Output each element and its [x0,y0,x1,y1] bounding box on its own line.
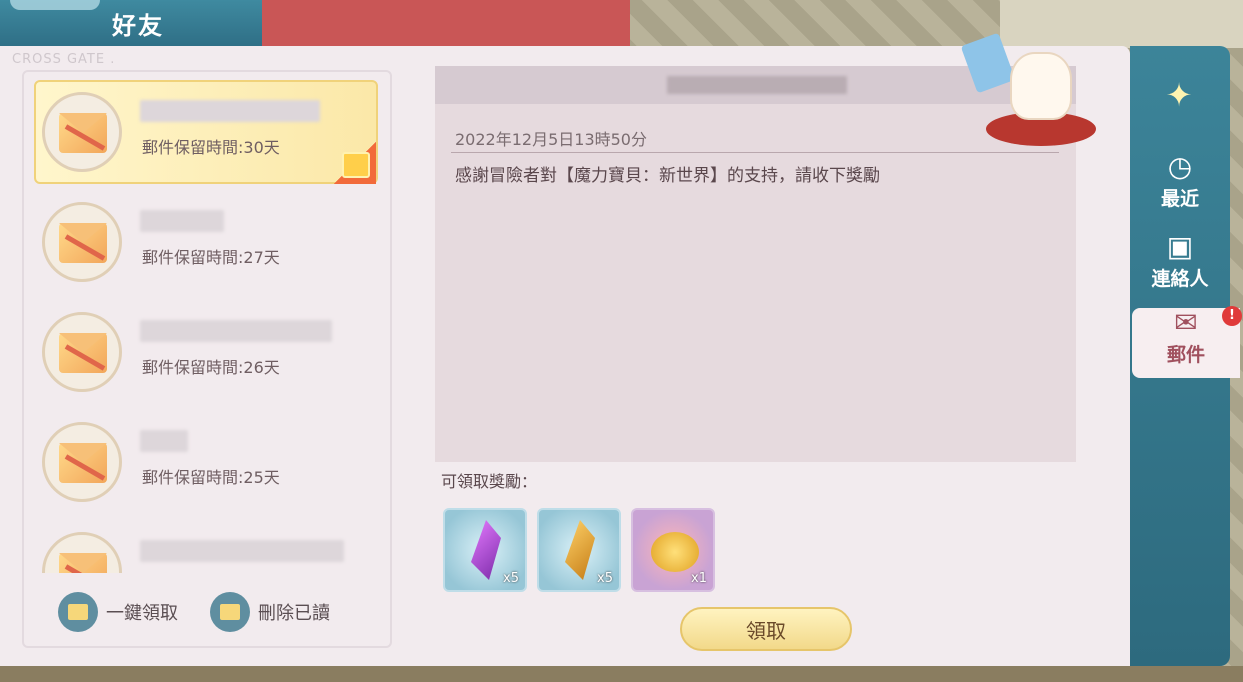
gift-icon [58,592,98,632]
window-title-tab: 好友 [0,0,262,48]
reward-quantity: x5 [597,571,613,586]
envelope-icon [42,532,122,573]
claim-all-label: 一鍵領取 [106,603,178,624]
notification-badge: ! [1222,306,1242,326]
mail-list-actions: 一鍵領取 刪除已讀 [50,590,370,640]
sidebar-item-label: 郵件 [1166,344,1205,366]
mail-list-item[interactable]: 郵件保留時間:27天 [32,188,380,298]
background-ground [0,666,1243,682]
delete-read-label: 刪除已讀 [258,603,330,624]
envelope-icon [42,202,122,282]
page-title: 好友 [112,12,164,40]
mail-body-text: 感謝冒險者對【魔力寶貝：新世界】的支持，請收下獎勵 [455,166,880,186]
sparkle-icon: ✦ [1165,76,1193,114]
mail-subject-redacted [667,76,847,94]
title-ornament [10,0,100,10]
sidebar-item-recent[interactable]: ◷ 最近 [1130,152,1230,222]
clock-icon: ◷ [1167,150,1193,183]
right-sidebar: ✦ ◷ 最近 ▣ 連絡人 ✉ 郵件 ! [1130,46,1242,666]
background-roof [250,0,630,48]
sidebar-item-label: 連絡人 [1151,268,1209,290]
mail-keep-time: 郵件保留時間:27天 [142,248,280,267]
mail-list-item[interactable]: 郵件保留時間:26天 [32,298,380,408]
gold-coin-icon [651,532,699,572]
sidebar-item-contacts[interactable]: ▣ 連絡人 [1130,232,1230,302]
mail-list[interactable]: 郵件保留時間:30天 郵件保留時間:27天 郵件保留時間:26天 郵件保留時間:… [32,78,380,573]
sender-name-redacted [140,430,188,452]
sidebar-item-mail[interactable]: ✉ 郵件 ! [1132,306,1242,378]
mail-list-item[interactable]: 郵件保留時間:30天 [32,78,380,188]
envelope-icon [42,422,122,502]
mail-keep-time: 郵件保留時間:30天 [142,138,280,157]
mail-keep-time: 郵件保留時間:25天 [142,468,280,487]
claim-all-button[interactable]: 一鍵領取 [58,590,178,634]
reward-label: 可領取獎勵： [441,472,538,491]
reward-item-gold-crystal[interactable]: x5 [537,508,621,592]
sidebar-item-label: 最近 [1160,188,1199,210]
mail-list-item[interactable]: 郵件保留時間:25天 [32,408,380,518]
lucky-cat-mascot-icon [960,32,1098,160]
sender-name-redacted [140,540,344,562]
reward-quantity: x5 [503,571,519,586]
reward-item-gold-coin[interactable]: x1 [631,508,715,592]
gift-icon [210,592,250,632]
delete-read-button[interactable]: 刪除已讀 [210,590,330,634]
sender-name-redacted [140,320,332,342]
purple-crystal-icon [471,520,501,580]
sender-name-redacted [140,210,224,232]
contact-icon: ▣ [1166,230,1194,263]
envelope-icon [42,312,122,392]
panel-watermark: CROSS GATE . [12,52,116,67]
mail-keep-time: 郵件保留時間:26天 [142,358,280,377]
mail-list-item[interactable] [32,518,380,573]
reward-quantity: x1 [691,571,707,586]
envelope-icon [42,92,122,172]
gold-crystal-icon [565,520,595,580]
gift-icon [342,152,370,178]
reward-item-purple-crystal[interactable]: x5 [443,508,527,592]
mail-date: 2022年12月5日13時50分 [455,130,647,149]
sender-name-redacted [140,100,320,122]
claim-button[interactable]: 領取 [680,607,852,651]
